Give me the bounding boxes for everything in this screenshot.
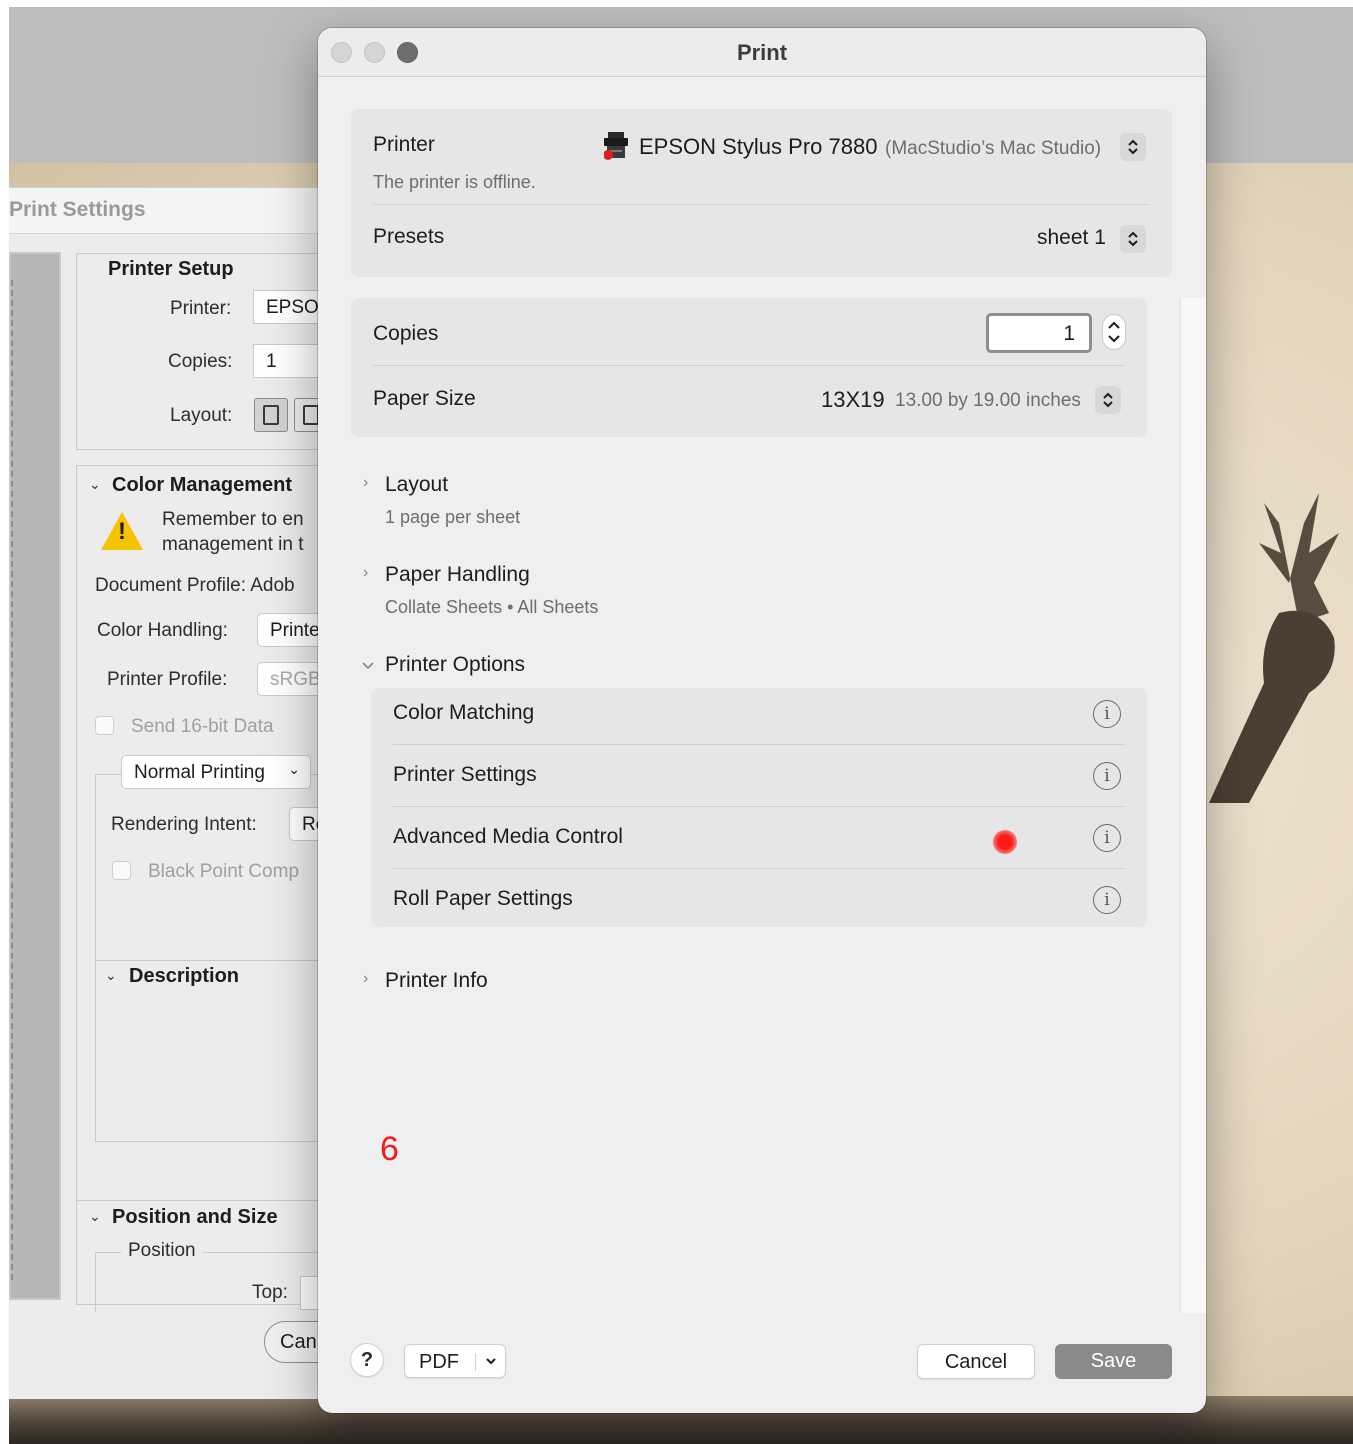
print-dialog: Print Printer The printer is offline. Pr…: [318, 28, 1206, 1413]
paper-handling-section[interactable]: Paper Handling: [385, 563, 530, 587]
printer-divider: [373, 204, 1149, 205]
description-divider: [95, 960, 345, 961]
position-size-divider: [76, 1200, 346, 1201]
info-icon[interactable]: i: [1093, 886, 1121, 914]
top-label: Top:: [252, 1282, 288, 1303]
portrait-icon: [263, 405, 279, 425]
paper-handling-summary: Collate Sheets • All Sheets: [385, 597, 599, 617]
black-point-label: Black Point Comp: [148, 861, 300, 882]
position-size-heading: Position and Size: [112, 1206, 278, 1228]
normal-printing-value: Normal Printing: [134, 762, 265, 783]
pdf-menu-button[interactable]: PDF: [404, 1344, 506, 1378]
info-icon[interactable]: i: [1093, 700, 1121, 728]
send-16bit-label: Send 16-bit Data: [131, 716, 274, 737]
printer-settings-item[interactable]: Printer Settings: [393, 763, 537, 787]
up-down-chevron-icon: [1128, 139, 1138, 155]
print-settings-window: Print Settings Printer Setup Printer: EP…: [9, 187, 354, 1399]
scrollbar-track[interactable]: [1180, 298, 1206, 1313]
up-down-chevron-icon: [1128, 231, 1138, 247]
color-matching-item[interactable]: Color Matching: [393, 701, 534, 725]
print-settings-title: Print Settings: [9, 198, 146, 221]
dialog-title: Print: [736, 40, 788, 65]
step-annotation-number: 6: [380, 1130, 399, 1168]
info-icon[interactable]: i: [1093, 824, 1121, 852]
printer-setup-heading: Printer Setup: [108, 258, 234, 280]
dialog-titlebar: Print: [318, 28, 1206, 77]
up-down-chevron-icon: [1108, 321, 1120, 343]
pdf-separator: [475, 1353, 476, 1371]
chevron-right-icon[interactable]: ›: [363, 474, 368, 492]
chevron-down-icon: ⌄: [288, 761, 300, 777]
paper-size-value[interactable]: 13X19: [821, 387, 885, 413]
pdf-label: PDF: [419, 1351, 459, 1373]
print-preview-area: [9, 252, 61, 1300]
preview-page-edge: [11, 280, 15, 1280]
printer-options-card: Color Matching i Printer Settings i Adva…: [371, 688, 1147, 927]
cancel-button[interactable]: Cancel: [917, 1344, 1035, 1379]
click-indicator-dot: [993, 830, 1017, 854]
copies-divider: [373, 365, 1125, 366]
printer-profile-label: Printer Profile:: [107, 669, 228, 690]
printer-popup-button[interactable]: [1120, 133, 1146, 161]
up-down-chevron-icon: [1103, 392, 1113, 408]
printer-host: (MacStudio’s Mac Studio): [885, 138, 1102, 159]
advanced-media-control-item[interactable]: Advanced Media Control: [393, 825, 623, 849]
printer-info-section[interactable]: Printer Info: [385, 969, 488, 993]
printer-label: Printer: [373, 133, 435, 156]
save-button[interactable]: Save: [1055, 1344, 1172, 1379]
send-16bit-checkbox[interactable]: [95, 716, 114, 735]
paper-size-popup-button[interactable]: [1095, 386, 1121, 414]
normal-printing-select[interactable]: Normal Printing ⌄: [121, 755, 311, 789]
chevron-right-icon[interactable]: ›: [363, 564, 368, 582]
layout-section[interactable]: Layout: [385, 473, 448, 497]
cm-warning-line2: management in t: [162, 534, 304, 555]
roll-paper-settings-item[interactable]: Roll Paper Settings: [393, 887, 573, 911]
copies-label: Copies: [373, 322, 439, 345]
black-point-checkbox[interactable]: [112, 861, 131, 880]
chevron-down-icon[interactable]: ⌄: [105, 967, 117, 984]
ps-copies-label: Copies:: [168, 351, 233, 372]
ps-printer-label: Printer:: [170, 298, 232, 319]
cm-warning-line1: Remember to en: [162, 509, 304, 530]
copies-input[interactable]: 1: [986, 313, 1092, 353]
print-settings-titlebar: Print Settings: [9, 188, 339, 234]
chevron-down-icon[interactable]: [360, 660, 376, 672]
presets-popup-button[interactable]: [1120, 225, 1146, 253]
chevron-down-icon[interactable]: ⌄: [89, 476, 101, 493]
chevron-down-icon[interactable]: ⌄: [89, 1208, 101, 1225]
color-handling-label: Color Handling:: [97, 620, 228, 641]
landscape-icon: [303, 405, 319, 425]
photo-hand-image: [1209, 473, 1339, 803]
color-management-heading: Color Management: [112, 474, 293, 496]
chevron-down-icon: [486, 1358, 496, 1365]
warning-exclamation: !: [118, 518, 126, 545]
help-button[interactable]: ?: [350, 1343, 384, 1377]
layout-summary: 1 page per sheet: [385, 507, 521, 527]
printer-options-section[interactable]: Printer Options: [385, 653, 525, 677]
paper-size-label: Paper Size: [373, 387, 476, 410]
presets-label: Presets: [373, 225, 445, 248]
document-profile-text: Document Profile: Adob: [95, 575, 295, 596]
option-divider: [393, 806, 1125, 807]
paper-size-detail: 13.00 by 19.00 inches: [895, 390, 1081, 411]
position-label: Position: [121, 1240, 203, 1262]
printer-select[interactable]: EPSON Stylus Pro 7880: [639, 134, 877, 160]
chevron-right-icon[interactable]: ›: [363, 970, 368, 988]
printer-status: The printer is offline.: [373, 172, 536, 192]
option-divider: [393, 744, 1125, 745]
printer-icon: [604, 132, 628, 160]
portrait-layout-button[interactable]: [254, 398, 288, 432]
option-divider: [393, 868, 1125, 869]
copies-stepper[interactable]: [1102, 314, 1126, 350]
description-heading: Description: [129, 965, 240, 987]
info-icon[interactable]: i: [1093, 762, 1121, 790]
presets-value[interactable]: sheet 1: [1037, 226, 1106, 250]
rendering-intent-label: Rendering Intent:: [111, 814, 257, 835]
ps-layout-label: Layout:: [170, 405, 233, 426]
